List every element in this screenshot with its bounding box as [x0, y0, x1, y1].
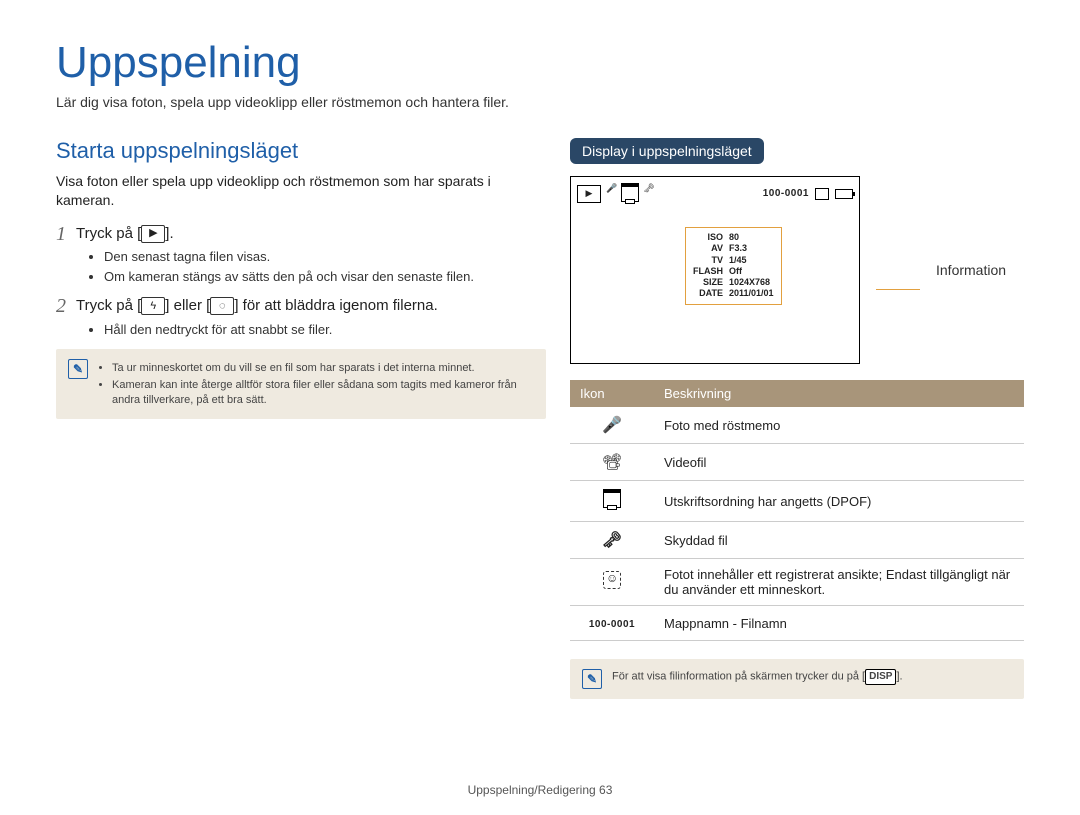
table-row: Utskriftsordning har angetts (DPOF) — [570, 481, 1024, 522]
step-1-bullets: Den senast tagna filen visas. Om kameran… — [86, 248, 546, 286]
info-value-iso: 80 — [726, 232, 777, 243]
section-intro: Visa foton eller spela upp videoklipp oc… — [56, 172, 546, 210]
cell-desc: Foto med röstmemo — [654, 407, 1024, 444]
voice-memo-icon: 🎤 — [570, 407, 654, 444]
manual-page: Uppspelning Lär dig visa foton, spela up… — [0, 0, 1080, 815]
info-label-flash: FLASH — [690, 266, 726, 277]
left-column: Starta uppspelningsläget Visa foton elle… — [56, 138, 546, 699]
protect-icon: 🗝 — [643, 183, 654, 204]
th-desc: Beskrivning — [654, 380, 1024, 407]
table-row: 100-0001 Mappnamn - Filnamn — [570, 606, 1024, 641]
info-value-size: 1024X768 — [726, 277, 777, 288]
print-icon — [570, 481, 654, 522]
screen-top-bar: ▶ 🎤 🗝 100-0001 — [577, 183, 853, 204]
folder-file-icon: 100-0001 — [570, 606, 654, 641]
cell-desc: Mappnamn - Filnamn — [654, 606, 1024, 641]
subsection-pill: Display i uppspelningsläget — [570, 138, 764, 164]
play-mode-icon: ▶ — [577, 185, 601, 203]
note-text-inline: För att visa filinformation på skärmen t… — [612, 669, 903, 685]
leader-line — [876, 289, 920, 291]
right-column: Display i uppspelningsläget ▶ 🎤 🗝 — [570, 138, 1024, 699]
list-item: Om kameran stängs av sätts den på och vi… — [104, 268, 546, 286]
note-box: ✎ För att visa filinformation på skärmen… — [570, 659, 1024, 699]
cell-desc: Skyddad fil — [654, 522, 1024, 559]
step-2-text: Tryck på [ϟ] eller [◌] för att bläddra i… — [76, 296, 438, 316]
table-row: 🎤 Foto med röstmemo — [570, 407, 1024, 444]
table-row: Fotot innehåller ett registrerat ansikte… — [570, 559, 1024, 606]
play-button-icon: ▶ — [141, 225, 165, 243]
disp-button-icon: DISP — [865, 669, 896, 685]
display-figure: ▶ 🎤 🗝 100-0001 — [570, 176, 1024, 364]
info-value-flash: Off — [726, 266, 777, 277]
face-icon — [570, 559, 654, 606]
cell-desc: Fotot innehåller ett registrerat ansikte… — [654, 559, 1024, 606]
step-1: 1 Tryck på [▶]. Den senast tagna filen v… — [56, 224, 546, 287]
info-value-tv: 1/45 — [726, 255, 777, 266]
step-1-text: Tryck på [▶]. — [76, 224, 174, 244]
cell-desc: Videofil — [654, 444, 1024, 481]
section-heading: Starta uppspelningsläget — [56, 138, 546, 164]
icon-definition-table: Ikon Beskrivning 🎤 Foto med röstmemo 📽 V… — [570, 380, 1024, 641]
info-value-date: 2011/01/01 — [726, 288, 777, 299]
camera-screen: ▶ 🎤 🗝 100-0001 — [570, 176, 860, 364]
timer-button-icon: ◌ — [210, 297, 234, 315]
flash-button-icon: ϟ — [141, 297, 165, 315]
step-number: 2 — [56, 296, 66, 316]
print-order-icon — [621, 183, 639, 204]
page-title: Uppspelning — [56, 38, 1024, 88]
info-label-av: AV — [690, 243, 726, 254]
page-footer: Uppspelning/Redigering 63 — [0, 783, 1080, 797]
step-2: 2 Tryck på [ϟ] eller [◌] för att bläddra… — [56, 296, 546, 338]
content-columns: Starta uppspelningsläget Visa foton elle… — [56, 138, 1024, 699]
info-label-date: DATE — [690, 288, 726, 299]
voice-memo-icon: 🎤 — [606, 183, 617, 204]
table-row: 🗝 Skyddad fil — [570, 522, 1024, 559]
th-icon: Ikon — [570, 380, 654, 407]
step-number: 1 — [56, 224, 66, 244]
note-icon: ✎ — [68, 359, 88, 379]
protect-icon: 🗝 — [570, 522, 654, 559]
page-lead: Lär dig visa foton, spela upp videoklipp… — [56, 94, 1024, 110]
list-item: Den senast tagna filen visas. — [104, 248, 546, 266]
table-row: 📽 Videofil — [570, 444, 1024, 481]
card-icon — [815, 188, 829, 200]
info-value-av: F3.3 — [726, 243, 777, 254]
note-icon: ✎ — [582, 669, 602, 689]
list-item: Håll den nedtryckt för att snabbt se fil… — [104, 321, 546, 339]
info-label-size: SIZE — [690, 277, 726, 288]
info-label-tv: TV — [690, 255, 726, 266]
info-label-iso: ISO — [690, 232, 726, 243]
list-item: Kameran kan inte återge alltför stora fi… — [112, 378, 534, 408]
note-box: ✎ Ta ur minneskortet om du vill se en fi… — [56, 349, 546, 420]
folder-file-label: 100-0001 — [763, 188, 809, 199]
info-box: ISO80 AVF3.3 TV1/45 FLASHOff SIZE1024X76… — [685, 227, 782, 305]
video-icon: 📽 — [570, 444, 654, 481]
information-callout: Information — [936, 262, 1006, 278]
note-list: Ta ur minneskortet om du vill se en fil … — [98, 359, 534, 410]
cell-desc: Utskriftsordning har angetts (DPOF) — [654, 481, 1024, 522]
battery-icon — [835, 189, 853, 199]
step-2-bullets: Håll den nedtryckt för att snabbt se fil… — [86, 321, 546, 339]
list-item: Ta ur minneskortet om du vill se en fil … — [112, 361, 534, 376]
